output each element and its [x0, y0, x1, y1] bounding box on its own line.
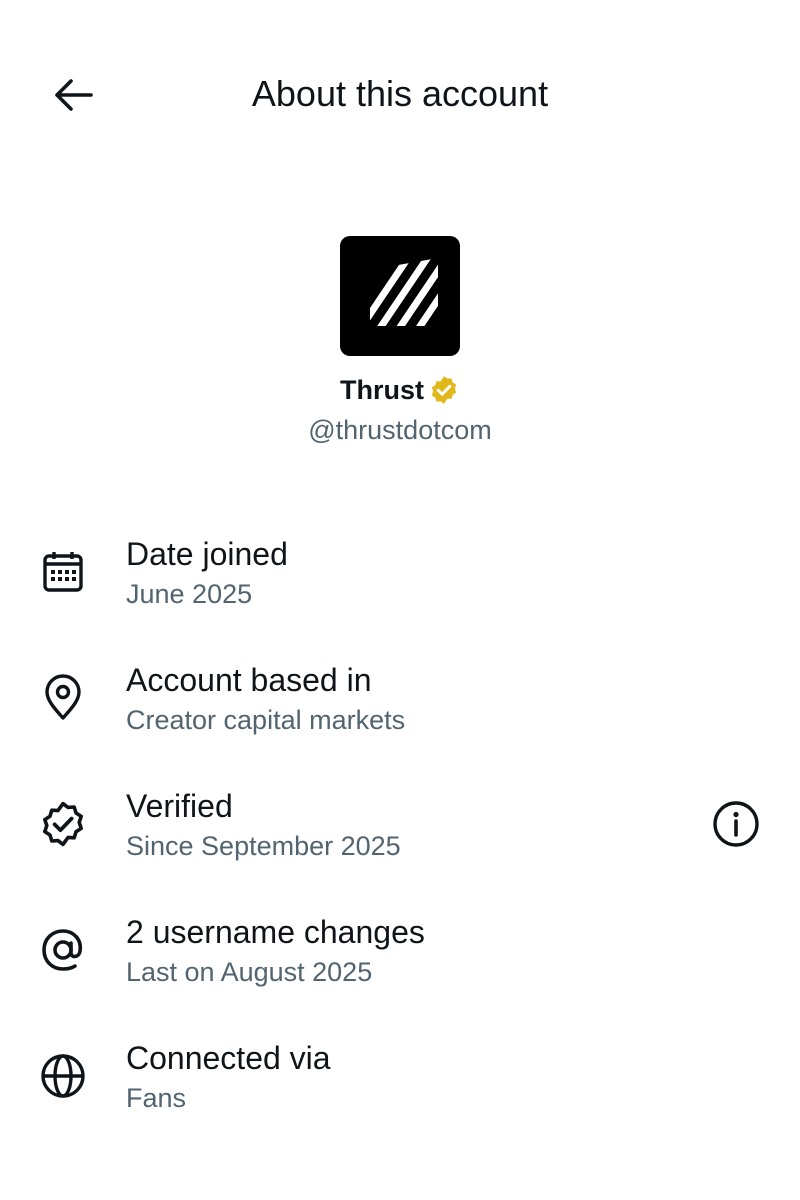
globe-icon	[36, 1049, 90, 1103]
row-subtitle: June 2025	[126, 579, 253, 609]
list-item-connected-via: Connected via Fans	[0, 1032, 800, 1158]
row-subtitle: Last on August 2025	[126, 957, 373, 987]
row-title: Account based in	[126, 662, 372, 698]
list-item-account-based-in: Account based in Creator capital markets	[0, 654, 800, 780]
top-bar: About this account	[0, 0, 800, 190]
list-item-verified: Verified Since September 2025	[0, 780, 800, 906]
calendar-icon	[36, 545, 90, 599]
row-subtitle: Fans	[126, 1083, 187, 1113]
list-item-date-joined: Date joined June 2025	[0, 528, 800, 654]
thrust-logo-icon	[370, 258, 438, 326]
location-pin-icon	[36, 671, 90, 725]
row-title: Connected via	[126, 1040, 331, 1076]
at-sign-icon	[36, 923, 90, 977]
row-title: Date joined	[126, 536, 288, 572]
name-row: Thrust	[0, 370, 800, 410]
profile-summary: Thrust @thrustdotcom	[0, 236, 800, 450]
info-icon	[713, 801, 759, 847]
row-title: Verified	[126, 788, 233, 824]
row-title: 2 username changes	[126, 914, 425, 950]
row-subtitle: Creator capital markets	[126, 705, 406, 735]
username-handle: @thrustdotcom	[308, 415, 492, 445]
row-subtitle: Since September 2025	[126, 831, 401, 861]
info-button[interactable]	[710, 798, 762, 850]
page-title: About this account	[251, 73, 549, 114]
display-name: Thrust	[340, 375, 424, 405]
avatar	[340, 236, 460, 356]
account-details-list: Date joined June 2025 Account based in C…	[0, 528, 800, 1158]
verified-badge-icon	[36, 797, 90, 851]
list-item-username-changes: 2 username changes Last on August 2025	[0, 906, 800, 1032]
verified-badge-icon	[431, 376, 457, 404]
